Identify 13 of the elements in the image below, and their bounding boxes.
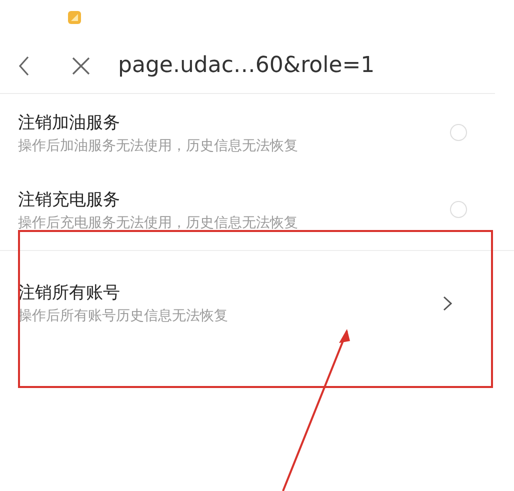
option-row[interactable]: 注销加油服务 操作后加油服务无法使用，历史信息无法恢复 <box>0 94 495 171</box>
close-icon[interactable] <box>72 56 90 74</box>
app-notification-icon <box>68 11 81 24</box>
back-icon[interactable] <box>18 56 30 76</box>
radio-button[interactable] <box>450 201 467 218</box>
option-title: 注销充电服务 <box>18 188 121 210</box>
chevron-right-icon <box>443 296 452 310</box>
page-title: page.udac…60&role=1 <box>118 53 375 78</box>
option-title: 注销加油服务 <box>18 112 121 134</box>
radio-button[interactable] <box>450 124 467 141</box>
option-row[interactable]: 注销充电服务 操作后充电服务无法使用，历史信息无法恢复 <box>0 171 495 248</box>
option-description: 操作后加油服务无法使用，历史信息无法恢复 <box>18 136 299 154</box>
option-description: 操作后充电服务无法使用，历史信息无法恢复 <box>18 214 299 232</box>
